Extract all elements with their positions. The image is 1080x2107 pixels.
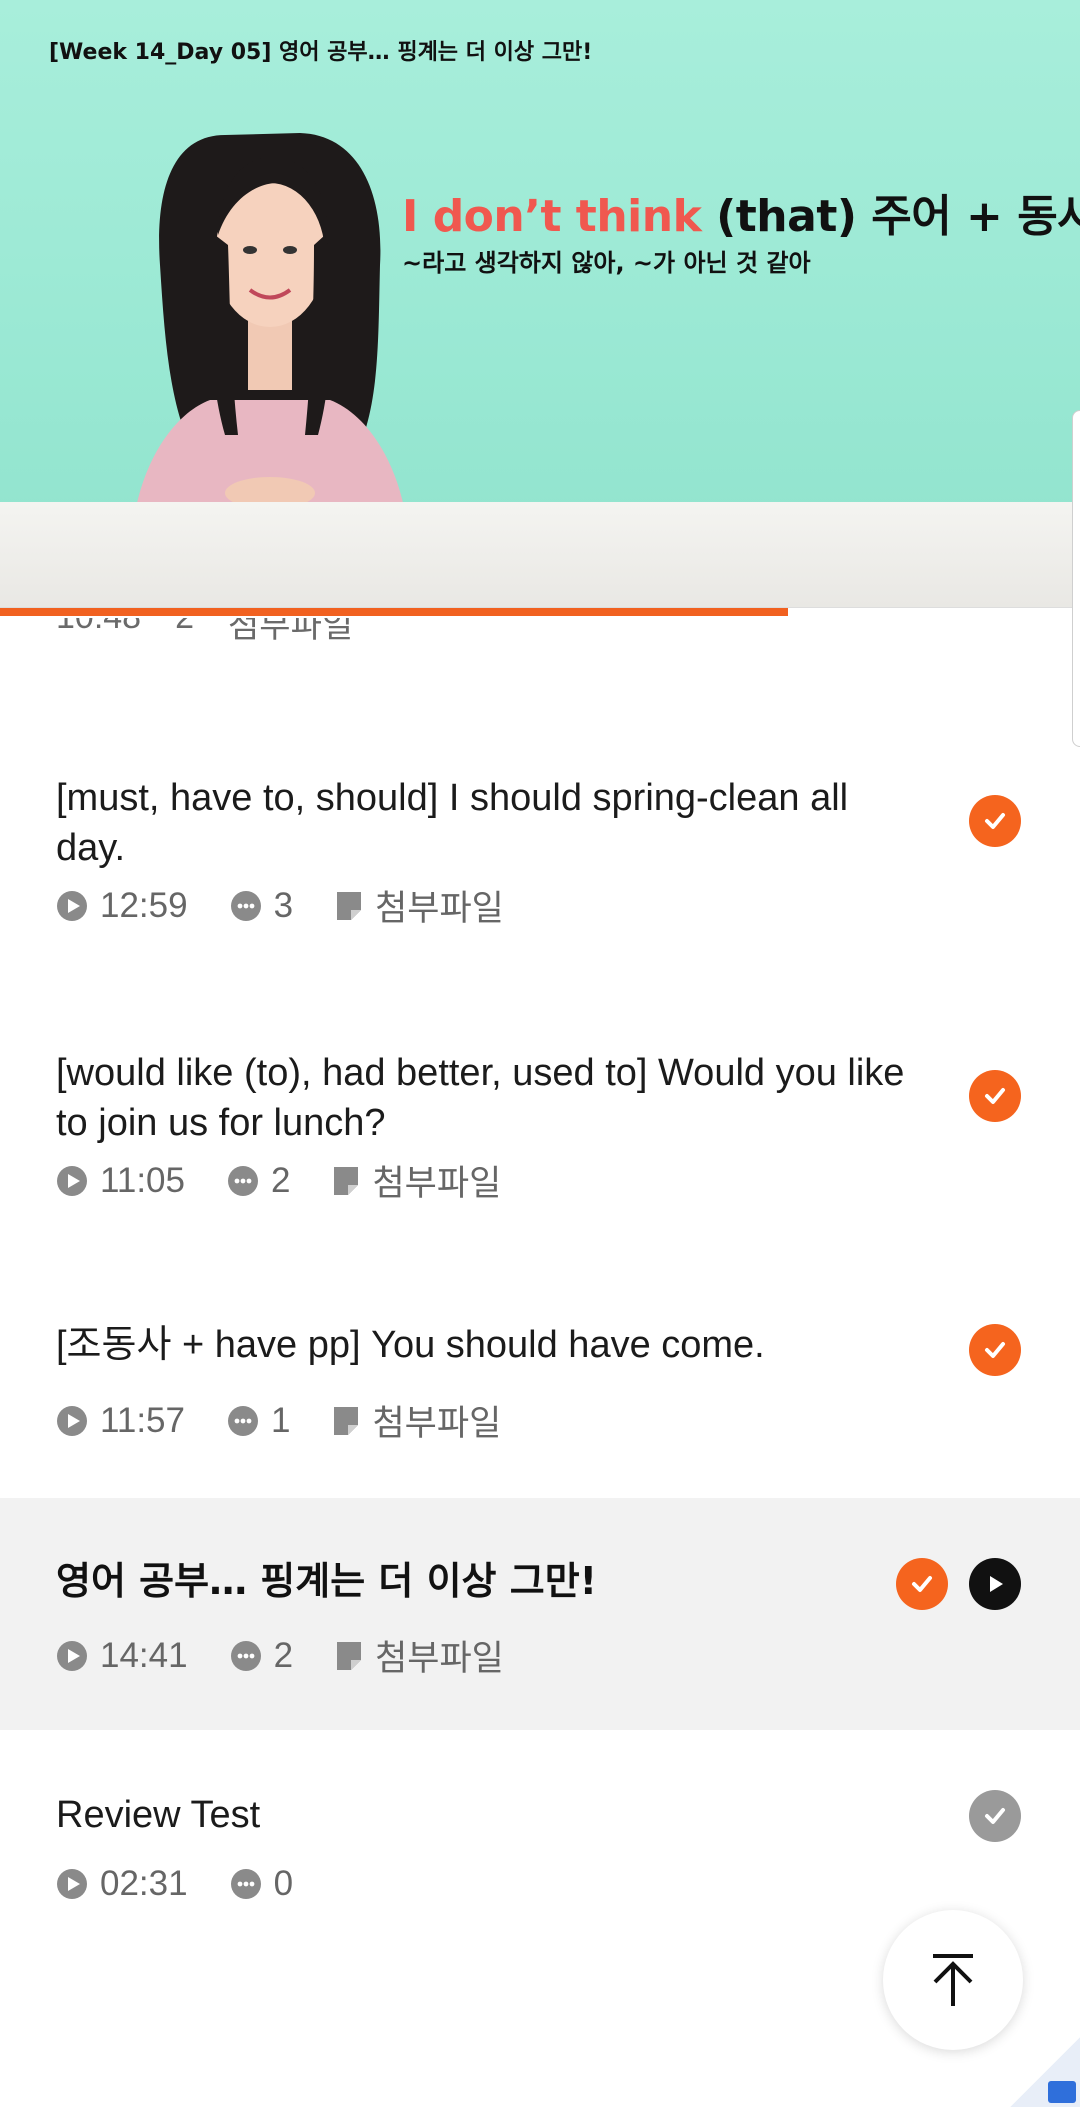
attachment-label: 첨부파일: [372, 1164, 502, 1203]
video-progress-bar[interactable]: [0, 607, 1080, 618]
check-icon: [985, 1808, 1005, 1824]
comment-count: 1: [271, 1400, 291, 1440]
lesson-meta: 02:31 0: [56, 1864, 335, 1904]
attachment-label: 첨부파일: [375, 1639, 504, 1678]
comment-bubble-icon: [228, 1165, 258, 1196]
duration: 11:05: [56, 1161, 185, 1201]
folder-icon[interactable]: [1048, 2081, 1076, 2103]
file-icon: [337, 891, 362, 920]
duration-text: 14:41: [100, 1635, 188, 1675]
play-circle-icon: [57, 1405, 87, 1436]
arrow-up-to-top-icon: [933, 1954, 973, 2006]
comment-bubble-icon: [228, 1405, 258, 1436]
play-circle-icon: [57, 1869, 87, 1899]
attachment-label: 첨부파일: [228, 618, 354, 645]
lesson-title: [조동사 + have pp] You should have come.: [56, 1324, 765, 1366]
check-circle-icon[interactable]: [969, 1790, 1021, 1842]
duration: 11:57: [56, 1401, 185, 1441]
attachment-link[interactable]: 첨부파일: [332, 1155, 501, 1206]
attachment-link[interactable]: 첨부파일: [332, 1395, 501, 1446]
check-circle-icon[interactable]: [969, 1070, 1021, 1122]
comments[interactable]: 3: [230, 886, 293, 926]
file-icon: [337, 1641, 362, 1670]
check-icon: [985, 813, 1005, 829]
comment-count: 0: [273, 1864, 294, 1903]
check-circle-icon[interactable]: [896, 1558, 948, 1610]
side-scroll-handle[interactable]: [1072, 410, 1080, 747]
comment-count: 2: [273, 1635, 294, 1675]
lesson-meta: 11:57 1 첨부파일: [56, 1395, 543, 1446]
video-player[interactable]: [Week 14_Day 05] 영어 공부… 핑계는 더 이상 그만! I d…: [0, 0, 1080, 607]
comment-count: 2: [175, 618, 194, 647]
comment-count: 2: [271, 1160, 291, 1200]
duration-text: 11:57: [100, 1400, 185, 1440]
play-icon: [990, 1576, 1003, 1592]
headline-rest: (that) 주어 + 동사: [701, 191, 1080, 242]
duration-text: 11:05: [100, 1160, 185, 1200]
comment-bubble-icon: [230, 1640, 261, 1671]
attachment-link[interactable]: 첨부파일: [335, 1630, 504, 1681]
duration: 12:59: [56, 886, 188, 926]
scroll-to-top-button[interactable]: [883, 1910, 1023, 2050]
duration: 14:41: [56, 1636, 188, 1676]
list-item-partial: 10:48 2 첨부파일: [56, 618, 556, 652]
duration-text: 02:31: [100, 1864, 188, 1903]
comment-count: 3: [273, 885, 294, 925]
comments[interactable]: 1: [227, 1401, 290, 1441]
check-icon: [985, 1088, 1005, 1104]
video-progress-fill: [0, 608, 789, 616]
check-circle-icon[interactable]: [969, 1324, 1021, 1376]
check-icon: [912, 1576, 932, 1592]
duration-text: 10:48: [56, 618, 141, 647]
lesson-title: 영어 공부… 핑계는 더 이상 그만!: [56, 1559, 597, 1603]
file-icon: [334, 1406, 359, 1435]
check-icon: [985, 1342, 1005, 1358]
comment-bubble-icon: [230, 890, 261, 921]
play-circle-icon: [57, 890, 87, 921]
play-circle-icon: [57, 1640, 87, 1671]
lesson-title: [must, have to, should] I should spring-…: [56, 777, 849, 869]
list-item[interactable]: [must, have to, should] I should spring-…: [0, 735, 1080, 935]
attachment-link[interactable]: 첨부파일: [335, 880, 504, 931]
lesson-meta: 14:41 2 첨부파일: [56, 1630, 546, 1681]
attachment-label: 첨부파일: [375, 889, 504, 928]
lesson-meta: 12:59 3 첨부파일: [56, 880, 546, 931]
list-item[interactable]: 영어 공부… 핑계는 더 이상 그만! 14:41 2 첨부파일: [0, 1498, 1080, 1730]
duration-text: 12:59: [100, 885, 188, 925]
duration: 02:31: [56, 1864, 188, 1904]
list-item[interactable]: [조동사 + have pp] You should have come. 11:…: [0, 1290, 1080, 1443]
video-subline: ~라고 생각하지 않아, ~가 아닌 것 같아: [402, 249, 811, 277]
play-button[interactable]: [969, 1558, 1021, 1610]
video-headline: I don’t think (that) 주어 + 동사: [402, 180, 1080, 244]
lesson-title: [would like (to), had better, used to] W…: [56, 1052, 905, 1144]
video-title: [Week 14_Day 05] 영어 공부… 핑계는 더 이상 그만!: [49, 40, 593, 65]
play-circle-icon: [57, 1165, 87, 1196]
check-circle-icon[interactable]: [969, 795, 1021, 847]
headline-accent: I don’t think: [402, 191, 702, 242]
file-icon: [334, 1166, 359, 1195]
desk: [0, 502, 1080, 607]
lesson-title: Review Test: [56, 1794, 261, 1836]
comments[interactable]: 0: [230, 1864, 293, 1904]
lesson-meta: 11:05 2 첨부파일: [56, 1155, 543, 1206]
comments[interactable]: 2: [227, 1161, 290, 1201]
list-item[interactable]: Review Test 02:31 0: [0, 1760, 1080, 1910]
comments[interactable]: 2: [230, 1636, 293, 1676]
list-item[interactable]: [would like (to), had better, used to] W…: [0, 1010, 1080, 1210]
attachment-label: 첨부파일: [372, 1404, 502, 1443]
comment-bubble-icon: [230, 1869, 261, 1899]
